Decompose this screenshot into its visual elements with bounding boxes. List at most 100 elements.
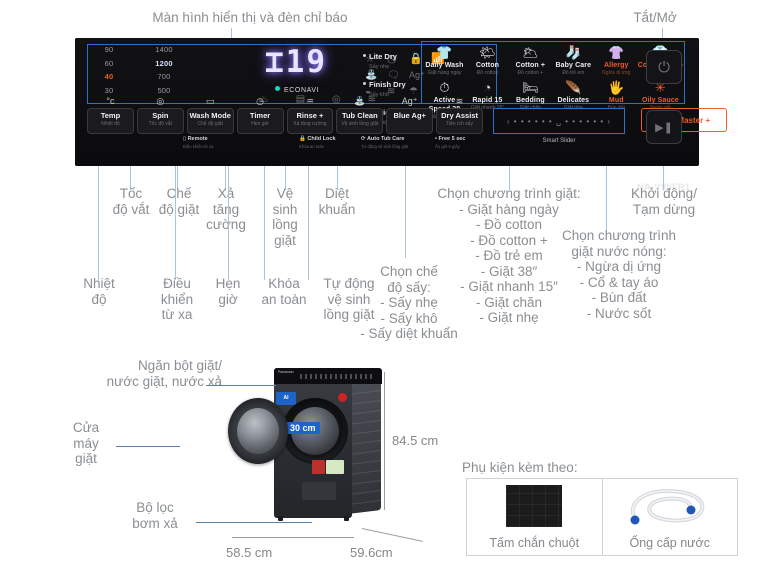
button-wash-mode[interactable]: Wash ModeChế độ giặt <box>187 108 234 134</box>
energy-sticker-red <box>312 460 325 474</box>
water-hose-icon <box>622 485 718 529</box>
spin-value: 500 <box>137 84 191 98</box>
button-label-en: Rinse + <box>288 111 333 121</box>
leader-auto-tub <box>308 166 309 280</box>
sub-label-vi: Tự động vệ sinh lồng giặt <box>361 143 408 150</box>
button-label-vi: Nhiệt độ <box>88 121 133 128</box>
program-label-vi: Đồ trẻ em <box>552 70 595 77</box>
rapid-icon: ◔ <box>466 80 509 96</box>
spin-value-selected: 1200 <box>137 57 191 71</box>
button-blue-ag[interactable]: Blue Ag+ <box>386 108 433 134</box>
button-spin[interactable]: SpinTốc độ vắt <box>137 108 184 134</box>
time-display: ⌶19 <box>265 44 357 78</box>
accessories-title: Phụ kiện kèm theo: <box>462 460 642 476</box>
leader-child-lock <box>264 166 265 280</box>
program-allergy[interactable]: 👚AllergyNgừa dị ứng <box>595 42 638 77</box>
program-label-vi: Ngừa dị ứng <box>595 70 638 77</box>
program-label-en: Daily Wash <box>423 61 466 70</box>
sub-label-child-lock: 🔒 Child LockKhóa an toàn <box>299 136 336 150</box>
mouse-guard-icon <box>506 485 562 527</box>
program-label-en: Mud <box>595 96 638 105</box>
sub-label-remote: ▯ RemoteĐiều khiển từ xa <box>183 136 214 150</box>
start-pause-button[interactable]: ▶❚ <box>646 110 682 144</box>
button-label-vi: Xả tăng cường <box>288 121 333 128</box>
sub-label-free-5-sec: • Free 5 secẤn giữ 5 giây <box>435 136 465 150</box>
control-panel[interactable]: 90 60 40 30 1400 1200 700 500 ⌶19 ECONAV… <box>75 38 699 166</box>
mud-icon: 🖐 <box>595 80 638 96</box>
annotation-detergent-drawer: Ngăn bột giặt/ nước giặt, nước xả <box>62 358 222 389</box>
temp-value: 30 <box>87 84 131 98</box>
dry-option-en: Finish Dry <box>369 80 406 89</box>
button-label-en: Timer <box>238 111 283 121</box>
button-rinse-plus[interactable]: Rinse +Xả tăng cường <box>287 108 334 134</box>
temp-value: 90 <box>87 43 131 57</box>
button-timer[interactable]: TimerHẹn giờ <box>237 108 284 134</box>
sub-label-en: Auto Tub Care <box>367 136 404 142</box>
program-label-en: Oily Sauce <box>638 96 683 105</box>
sub-label-en: Child Lock <box>307 136 335 142</box>
machine-control-strip: Panasonic <box>274 368 382 384</box>
rinse-icon: ♒ <box>287 96 334 108</box>
annotation-hot-program: Chọn chương trình giặt nước nóng: - Ngừa… <box>548 228 690 321</box>
tub-clean-icon: ⛲ <box>336 96 383 108</box>
sub-label-en: Remote <box>188 136 208 142</box>
button-temp[interactable]: TempNhiệt độ <box>87 108 134 134</box>
leader-detergent <box>206 385 276 386</box>
econavi-indicator: ECONAVI <box>275 86 319 94</box>
button-label-en: Blue Ag+ <box>387 111 432 121</box>
annotation-remote: Điều khiển từ xa <box>148 276 206 323</box>
panel-button-row: TempNhiệt độ SpinTốc độ vắt Wash ModeChế… <box>87 108 483 134</box>
annotation-child-lock: Khóa an toàn <box>248 276 320 307</box>
spin-value: 1400 <box>137 43 191 57</box>
annotation-timer: Hẹn giờ <box>204 276 252 307</box>
econavi-label: ECONAVI <box>284 87 319 94</box>
power-button[interactable]: ⏻ <box>646 50 682 84</box>
side-ridges <box>348 370 381 514</box>
accessory-water-hose: Ống cấp nước <box>602 479 738 555</box>
depth-dimension-label: 59.6cm <box>350 545 393 560</box>
annotation-sterilize: Diệt khuẩn <box>310 186 364 217</box>
spin-values: 1400 1200 700 500 <box>137 43 191 97</box>
machine-door <box>228 398 288 464</box>
smart-slider-label: Smart Slider <box>493 138 625 144</box>
button-label-en: Wash Mode <box>188 111 233 121</box>
button-dry-assist[interactable]: Dry AssistTiện ích sấy <box>436 108 483 134</box>
program-baby-care[interactable]: 🧦Baby CareĐồ trẻ em <box>552 42 595 77</box>
button-label-en: Spin <box>138 111 183 121</box>
program-cotton-plus[interactable]: 🌥Cotton +Đồ cotton + <box>509 42 552 77</box>
program-label-en: Cotton + <box>509 61 552 70</box>
button-icon-row: °c ◎ ▭ ◷ ♒ ⛲ Ag⁺ ≋ <box>87 96 483 108</box>
program-label-en: Allergy <box>595 61 638 70</box>
ai-badge: AI <box>276 392 296 405</box>
depth-dimension-line <box>362 528 423 542</box>
tshirt-icon: 👕 <box>423 45 466 61</box>
leader-timer <box>228 166 229 280</box>
smart-slider[interactable]: ‹ • • • • • • ␣ • • • • • • › <box>493 108 625 134</box>
button-label-vi: Hẹn giờ <box>238 121 283 128</box>
program-label-vi: Giặt hàng ngày <box>423 70 466 77</box>
leader-hot-program <box>606 166 607 232</box>
button-label-vi: Vệ sinh lồng giặt <box>337 121 382 128</box>
allergy-icon: 👚 <box>595 45 638 61</box>
blue-ag-icon: Ag⁺ <box>386 96 433 108</box>
leader-dry-mode <box>405 166 406 258</box>
program-cotton[interactable]: 🌤CottonĐồ cotton <box>466 42 509 77</box>
button-label-vi: Tiện ích sấy <box>437 121 482 128</box>
bullet-icon <box>363 82 366 85</box>
bullet-icon <box>363 54 366 57</box>
button-label-vi: Chế độ giặt <box>188 121 233 128</box>
strip-indicators <box>300 374 374 379</box>
machine-power-dial <box>338 393 347 402</box>
dry-option-vi: Sấy nhẹ <box>363 64 425 71</box>
button-label-vi: Tốc độ vắt <box>138 121 183 128</box>
annotation-temperature: Nhiệt độ <box>70 276 128 307</box>
panel-sub-label-row: ▯ RemoteĐiều khiển từ xa 🔒 Child LockKhó… <box>87 136 483 150</box>
bedding-icon: 🛏 <box>509 80 552 96</box>
accessories-box: Tấm chắn chuột Ống cấp nước <box>466 478 738 556</box>
program-daily-wash[interactable]: 👕Daily WashGiặt hàng ngày <box>423 42 466 77</box>
timer-icon: ◷ <box>237 96 284 108</box>
button-tub-clean[interactable]: Tub CleanVệ sinh lồng giặt <box>336 108 383 134</box>
annotation-extra-rinse: Xả tăng cường <box>198 186 254 233</box>
program-label-en: Baby Care <box>552 61 595 70</box>
accessory-caption: Ống cấp nước <box>603 536 738 550</box>
